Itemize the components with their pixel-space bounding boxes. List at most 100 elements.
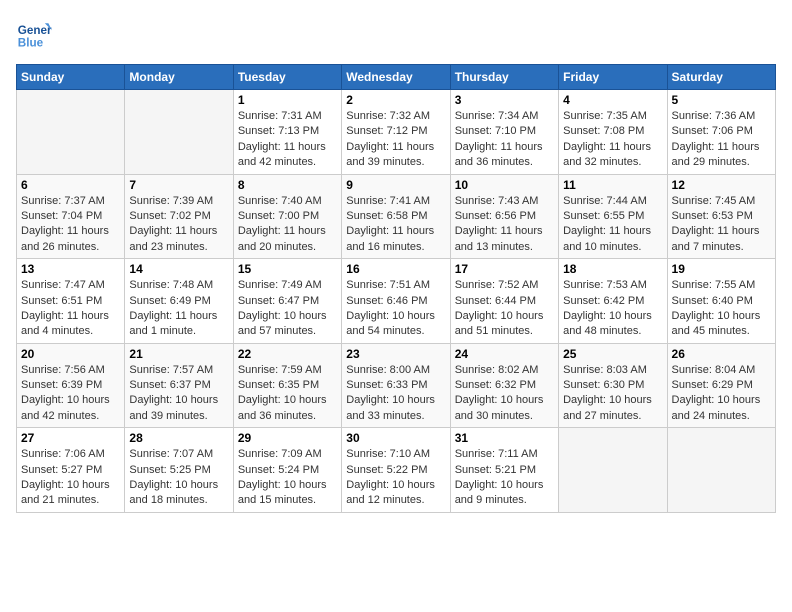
day-info: Sunrise: 7:11 AMSunset: 5:21 PMDaylight:… <box>455 447 554 509</box>
calendar-table: SundayMondayTuesdayWednesdayThursdayFrid… <box>16 64 776 513</box>
day-info: Sunrise: 7:06 AMSunset: 5:27 PMDaylight:… <box>21 447 120 509</box>
day-number: 1 <box>238 93 337 107</box>
calendar-cell: 25 Sunrise: 8:03 AMSunset: 6:30 PMDayligh… <box>559 343 667 428</box>
calendar-header-row: SundayMondayTuesdayWednesdayThursdayFrid… <box>17 65 776 90</box>
day-info: Sunrise: 7:37 AMSunset: 7:04 PMDaylight:… <box>21 194 120 256</box>
weekday-header-wednesday: Wednesday <box>342 65 450 90</box>
calendar-cell: 31 Sunrise: 7:11 AMSunset: 5:21 PMDayligh… <box>450 428 558 513</box>
day-info: Sunrise: 7:52 AMSunset: 6:44 PMDaylight:… <box>455 278 554 340</box>
day-number: 10 <box>455 178 554 192</box>
day-info: Sunrise: 7:41 AMSunset: 6:58 PMDaylight:… <box>346 194 445 256</box>
calendar-cell: 17 Sunrise: 7:52 AMSunset: 6:44 PMDayligh… <box>450 259 558 344</box>
day-number: 31 <box>455 431 554 445</box>
day-info: Sunrise: 7:59 AMSunset: 6:35 PMDaylight:… <box>238 363 337 425</box>
calendar-cell: 15 Sunrise: 7:49 AMSunset: 6:47 PMDayligh… <box>233 259 341 344</box>
calendar-cell: 24Sunrise: 8:02 AMSunset: 6:32 PMDayligh… <box>450 343 558 428</box>
day-number: 3 <box>455 93 554 107</box>
day-info: Sunrise: 8:00 AMSunset: 6:33 PMDaylight:… <box>346 363 445 425</box>
day-info: Sunrise: 7:32 AMSunset: 7:12 PMDaylight:… <box>346 109 445 171</box>
day-number: 17 <box>455 262 554 276</box>
day-info: Sunrise: 7:43 AMSunset: 6:56 PMDaylight:… <box>455 194 554 256</box>
calendar-cell: 16Sunrise: 7:51 AMSunset: 6:46 PMDayligh… <box>342 259 450 344</box>
calendar-cell: 14 Sunrise: 7:48 AMSunset: 6:49 PMDayligh… <box>125 259 233 344</box>
day-info: Sunrise: 7:35 AMSunset: 7:08 PMDaylight:… <box>563 109 662 171</box>
day-info: Sunrise: 7:53 AMSunset: 6:42 PMDaylight:… <box>563 278 662 340</box>
calendar-cell: 7 Sunrise: 7:39 AMSunset: 7:02 PMDaylight… <box>125 174 233 259</box>
calendar-cell: 29 Sunrise: 7:09 AMSunset: 5:24 PMDayligh… <box>233 428 341 513</box>
calendar-cell: 6Sunrise: 7:37 AMSunset: 7:04 PMDaylight… <box>17 174 125 259</box>
day-info: Sunrise: 7:57 AMSunset: 6:37 PMDaylight:… <box>129 363 228 425</box>
weekday-header-sunday: Sunday <box>17 65 125 90</box>
day-number: 5 <box>672 93 771 107</box>
weekday-header-monday: Monday <box>125 65 233 90</box>
day-number: 29 <box>238 431 337 445</box>
calendar-cell <box>559 428 667 513</box>
day-info: Sunrise: 7:49 AMSunset: 6:47 PMDaylight:… <box>238 278 337 340</box>
day-info: Sunrise: 7:48 AMSunset: 6:49 PMDaylight:… <box>129 278 228 340</box>
svg-text:Blue: Blue <box>18 37 44 50</box>
calendar-cell: 11Sunrise: 7:44 AMSunset: 6:55 PMDayligh… <box>559 174 667 259</box>
day-number: 28 <box>129 431 228 445</box>
day-info: Sunrise: 7:40 AMSunset: 7:00 PMDaylight:… <box>238 194 337 256</box>
calendar-cell: 18 Sunrise: 7:53 AMSunset: 6:42 PMDayligh… <box>559 259 667 344</box>
calendar-cell: 8 Sunrise: 7:40 AMSunset: 7:00 PMDaylight… <box>233 174 341 259</box>
calendar-cell: 13Sunrise: 7:47 AMSunset: 6:51 PMDayligh… <box>17 259 125 344</box>
calendar-cell: 3 Sunrise: 7:34 AMSunset: 7:10 PMDaylight… <box>450 90 558 175</box>
day-number: 19 <box>672 262 771 276</box>
day-info: Sunrise: 7:09 AMSunset: 5:24 PMDaylight:… <box>238 447 337 509</box>
day-info: Sunrise: 7:47 AMSunset: 6:51 PMDaylight:… <box>21 278 120 340</box>
calendar-cell: 4 Sunrise: 7:35 AMSunset: 7:08 PMDaylight… <box>559 90 667 175</box>
calendar-week-row: 13Sunrise: 7:47 AMSunset: 6:51 PMDayligh… <box>17 259 776 344</box>
weekday-header-saturday: Saturday <box>667 65 775 90</box>
calendar-cell <box>125 90 233 175</box>
day-info: Sunrise: 7:51 AMSunset: 6:46 PMDaylight:… <box>346 278 445 340</box>
calendar-cell: 27 Sunrise: 7:06 AMSunset: 5:27 PMDayligh… <box>17 428 125 513</box>
day-info: Sunrise: 8:02 AMSunset: 6:32 PMDaylight:… <box>455 363 554 425</box>
logo-icon: General Blue <box>16 16 52 52</box>
calendar-cell: 5 Sunrise: 7:36 AMSunset: 7:06 PMDaylight… <box>667 90 775 175</box>
calendar-cell: 2 Sunrise: 7:32 AMSunset: 7:12 PMDaylight… <box>342 90 450 175</box>
day-info: Sunrise: 7:36 AMSunset: 7:06 PMDaylight:… <box>672 109 771 171</box>
day-info: Sunrise: 8:03 AMSunset: 6:30 PMDaylight:… <box>563 363 662 425</box>
day-number: 2 <box>346 93 445 107</box>
day-number: 21 <box>129 347 228 361</box>
calendar-cell: 20Sunrise: 7:56 AMSunset: 6:39 PMDayligh… <box>17 343 125 428</box>
day-number: 30 <box>346 431 445 445</box>
day-number: 15 <box>238 262 337 276</box>
day-number: 20 <box>21 347 120 361</box>
day-number: 22 <box>238 347 337 361</box>
calendar-cell: 9 Sunrise: 7:41 AMSunset: 6:58 PMDaylight… <box>342 174 450 259</box>
calendar-cell <box>667 428 775 513</box>
day-number: 27 <box>21 431 120 445</box>
calendar-cell: 23 Sunrise: 8:00 AMSunset: 6:33 PMDayligh… <box>342 343 450 428</box>
calendar-cell: 12Sunrise: 7:45 AMSunset: 6:53 PMDayligh… <box>667 174 775 259</box>
day-number: 23 <box>346 347 445 361</box>
calendar-cell: 30Sunrise: 7:10 AMSunset: 5:22 PMDayligh… <box>342 428 450 513</box>
calendar-cell: 22 Sunrise: 7:59 AMSunset: 6:35 PMDayligh… <box>233 343 341 428</box>
calendar-week-row: 6Sunrise: 7:37 AMSunset: 7:04 PMDaylight… <box>17 174 776 259</box>
calendar-cell: 19Sunrise: 7:55 AMSunset: 6:40 PMDayligh… <box>667 259 775 344</box>
day-number: 26 <box>672 347 771 361</box>
calendar-cell: 26Sunrise: 8:04 AMSunset: 6:29 PMDayligh… <box>667 343 775 428</box>
day-number: 12 <box>672 178 771 192</box>
calendar-cell <box>17 90 125 175</box>
day-number: 11 <box>563 178 662 192</box>
day-number: 9 <box>346 178 445 192</box>
day-info: Sunrise: 7:34 AMSunset: 7:10 PMDaylight:… <box>455 109 554 171</box>
weekday-header-thursday: Thursday <box>450 65 558 90</box>
day-info: Sunrise: 7:07 AMSunset: 5:25 PMDaylight:… <box>129 447 228 509</box>
day-number: 25 <box>563 347 662 361</box>
calendar-week-row: 27 Sunrise: 7:06 AMSunset: 5:27 PMDayligh… <box>17 428 776 513</box>
calendar-cell: 28 Sunrise: 7:07 AMSunset: 5:25 PMDayligh… <box>125 428 233 513</box>
day-number: 18 <box>563 262 662 276</box>
page-header: General Blue <box>16 16 776 52</box>
day-info: Sunrise: 7:39 AMSunset: 7:02 PMDaylight:… <box>129 194 228 256</box>
day-number: 8 <box>238 178 337 192</box>
svg-text:General: General <box>18 24 52 37</box>
logo: General Blue <box>16 16 52 52</box>
calendar-week-row: 1Sunrise: 7:31 AMSunset: 7:13 PMDaylight… <box>17 90 776 175</box>
calendar-body: 1Sunrise: 7:31 AMSunset: 7:13 PMDaylight… <box>17 90 776 513</box>
day-number: 14 <box>129 262 228 276</box>
day-number: 7 <box>129 178 228 192</box>
day-number: 4 <box>563 93 662 107</box>
